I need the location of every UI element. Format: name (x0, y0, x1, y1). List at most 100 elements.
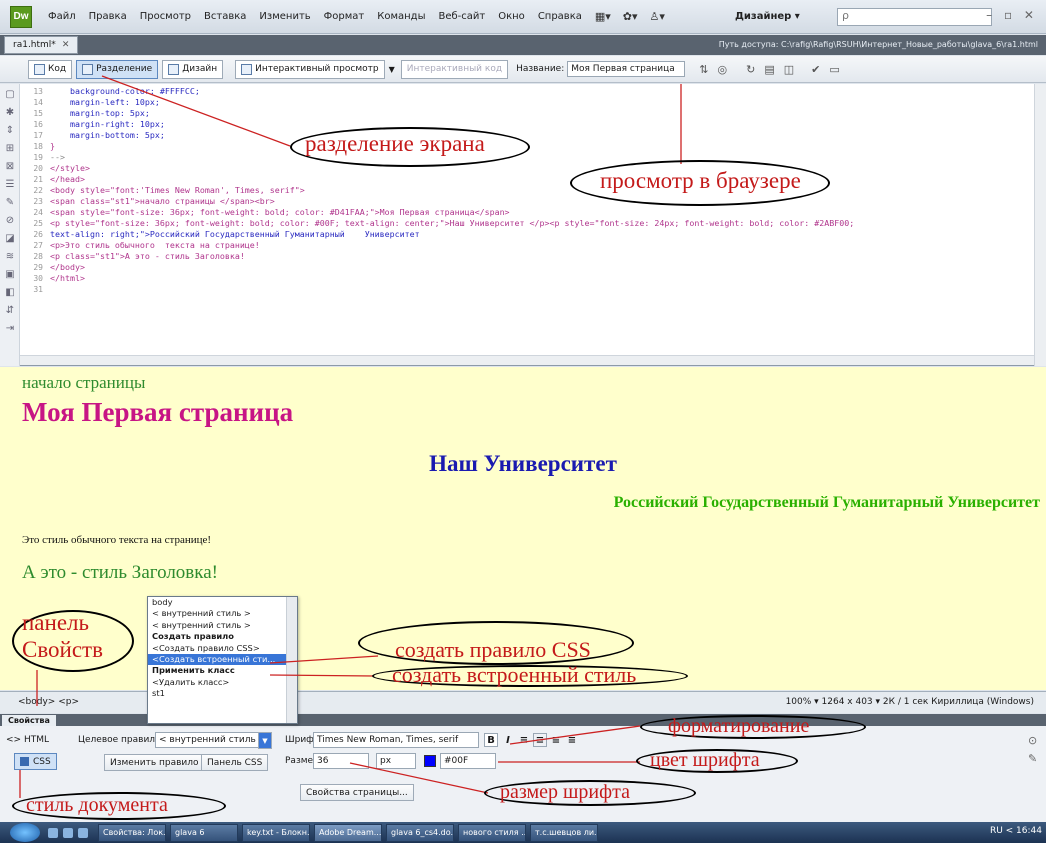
code-line[interactable]: </body> (50, 262, 1032, 273)
collapse-tag-icon[interactable]: ✱ (3, 106, 17, 120)
open-documents-icon[interactable]: ▢ (3, 88, 17, 102)
tag-selector[interactable]: <body> <p> (18, 697, 79, 707)
code-vertical-scrollbar[interactable] (1034, 84, 1046, 366)
target-rule-dropdown-list[interactable]: body < внутренний стиль > < внутренний сти… (147, 596, 298, 724)
close-icon[interactable]: ✕ (62, 40, 70, 50)
menu-commands[interactable]: Команды (377, 11, 425, 22)
dropdown-option[interactable]: < внутренний стиль > (148, 620, 297, 631)
syntax-error-icon[interactable]: ⊘ (3, 214, 17, 228)
site-icon[interactable]: ♙▾ (650, 10, 665, 23)
menu-edit[interactable]: Правка (89, 11, 127, 22)
search-input[interactable]: ρ (837, 8, 992, 26)
font-select[interactable]: Times New Roman, Times, serif (313, 732, 479, 748)
page-title-input[interactable]: Моя Первая страница (567, 61, 686, 77)
view-options-icon[interactable]: ▤ (764, 63, 774, 76)
code-line[interactable]: margin-bottom: 5px; (50, 130, 1032, 141)
code-line[interactable]: --> (50, 152, 1032, 163)
align-center-icon[interactable]: ≡ (533, 733, 547, 747)
dropdown-option[interactable]: st1 (148, 688, 297, 699)
document-tab[interactable]: ra1.html* ✕ (4, 36, 79, 54)
live-code-button[interactable]: Интерактивный код (400, 59, 509, 79)
dropdown-option[interactable]: body (148, 597, 297, 608)
highlight-invalid-icon[interactable]: ✎ (3, 196, 17, 210)
code-line[interactable]: background-color: #FFFFCC; (50, 86, 1032, 97)
menu-file[interactable]: Файл (48, 11, 76, 22)
browser-compat-icon[interactable]: ▭ (829, 63, 839, 76)
design-heading-pink[interactable]: Моя Первая страница (22, 397, 293, 428)
select-parent-icon[interactable]: ⊞ (3, 142, 17, 156)
help-icon[interactable]: ⊙ (1028, 734, 1037, 747)
file-management-icon[interactable]: ⇅ (699, 63, 708, 76)
dropdown-option[interactable]: < внутренний стиль > (148, 608, 297, 619)
balance-braces-icon[interactable]: ⊠ (3, 160, 17, 174)
dropdown-option[interactable]: <Удалить класс> (148, 677, 297, 688)
target-rule-dropdown-icon[interactable]: ▼ (258, 732, 272, 749)
target-rule-select[interactable]: < внутренний стиль > (155, 732, 267, 748)
font-size-unit-select[interactable]: px (376, 753, 416, 769)
menu-site[interactable]: Веб-сайт (438, 11, 485, 22)
font-color-swatch[interactable] (424, 755, 436, 767)
live-view-button[interactable]: Интерактивный просмотр (235, 59, 385, 79)
bold-button[interactable]: B (484, 733, 498, 747)
code-line[interactable]: margin-right: 10px; (50, 119, 1032, 130)
code-line[interactable]: </html> (50, 273, 1032, 284)
validate-icon[interactable]: ✔ (811, 63, 820, 76)
preview-in-browser-icon[interactable]: ◎ (717, 63, 727, 76)
code-line[interactable]: text-align: right;">Российский Государст… (50, 229, 1032, 240)
code-line[interactable]: </style> (50, 163, 1032, 174)
design-heading-green[interactable]: Российский Государственный Гуманитарный … (614, 494, 1040, 512)
quicklaunch-icon[interactable] (78, 827, 88, 838)
code-line[interactable]: <p style="font-size: 36px; font-weight: … (50, 218, 1032, 229)
design-text-page-start[interactable]: начало страницы (22, 373, 145, 393)
apply-comment-icon[interactable]: ◪ (3, 232, 17, 246)
edit-rule-button[interactable]: Изменить правило (104, 754, 205, 771)
code-editor-text[interactable]: background-color: #FFFFCC; margin-left: … (50, 86, 1032, 284)
quicklaunch-icon[interactable] (48, 827, 58, 838)
dropdown-option[interactable]: <Создать правило CSS> (148, 643, 297, 654)
code-line[interactable]: <span class="st1">начало страницы </span… (50, 196, 1032, 207)
quick-tag-editor-icon[interactable]: ✎ (1028, 752, 1037, 765)
align-justify-icon[interactable]: ≡ (565, 733, 579, 747)
start-button[interactable] (10, 823, 40, 842)
taskbar-item[interactable]: key.txt - Блокн... (242, 823, 310, 842)
code-line[interactable]: <body style="font:'Times New Roman', Tim… (50, 185, 1032, 196)
menu-view[interactable]: Просмотр (140, 11, 191, 22)
menu-help[interactable]: Справка (538, 11, 582, 22)
italic-button[interactable]: I (501, 733, 515, 747)
design-heading-blue[interactable]: Наш Университет (0, 451, 1046, 477)
design-header-style-text[interactable]: А это - стиль Заголовка! (22, 562, 218, 584)
workspace-switcher[interactable]: Дизайнер ▾ (735, 11, 800, 22)
code-line[interactable]: <p>Это стиль обычного текста на странице… (50, 240, 1032, 251)
code-line[interactable]: <span style="font-size: 36px; font-weigh… (50, 207, 1032, 218)
live-view-dropdown-icon[interactable]: ▼ (389, 65, 395, 74)
taskbar-item[interactable]: нового стиля ... (458, 823, 526, 842)
wrap-tag-icon[interactable]: ▣ (3, 268, 17, 282)
menu-format[interactable]: Формат (324, 11, 365, 22)
recent-snippets-icon[interactable]: ◧ (3, 286, 17, 300)
properties-tab[interactable]: Свойства (2, 715, 56, 726)
html-mode-button[interactable]: <> HTML (6, 735, 49, 745)
remove-comment-icon[interactable]: ≋ (3, 250, 17, 264)
font-color-input[interactable]: #00F (440, 753, 496, 769)
indent-icon[interactable]: ⇥ (3, 322, 17, 336)
split-view-button[interactable]: Разделение (76, 59, 159, 79)
code-line[interactable]: margin-top: 5px; (50, 108, 1032, 119)
code-horizontal-scrollbar[interactable] (20, 355, 1034, 365)
quicklaunch-icon[interactable] (63, 827, 73, 838)
window-controls[interactable]: – ▫ ✕ (986, 8, 1038, 22)
code-view-button[interactable]: Код (28, 59, 73, 79)
design-normal-text[interactable]: Это стиль обычного текста на странице! (22, 534, 211, 546)
taskbar-item[interactable]: т.с.шевцов ли... (530, 823, 598, 842)
design-view-button[interactable]: Дизайн (162, 59, 224, 79)
taskbar-item[interactable]: Свойства: Лок... (98, 823, 166, 842)
align-left-icon[interactable]: ≡ (517, 733, 531, 747)
refresh-icon[interactable]: ↻ (746, 63, 755, 76)
taskbar-item[interactable]: glava 6_cs4.do... (386, 823, 454, 842)
taskbar-item[interactable]: glava 6 (170, 823, 238, 842)
page-properties-button[interactable]: Свойства страницы... (300, 784, 414, 801)
menu-window[interactable]: Окно (498, 11, 525, 22)
extensions-icon[interactable]: ✿▾ (623, 10, 638, 23)
line-numbers-icon[interactable]: ☰ (3, 178, 17, 192)
code-line[interactable]: } (50, 141, 1032, 152)
dropdown-option[interactable]: <Создать встроенный сти... (148, 653, 297, 666)
